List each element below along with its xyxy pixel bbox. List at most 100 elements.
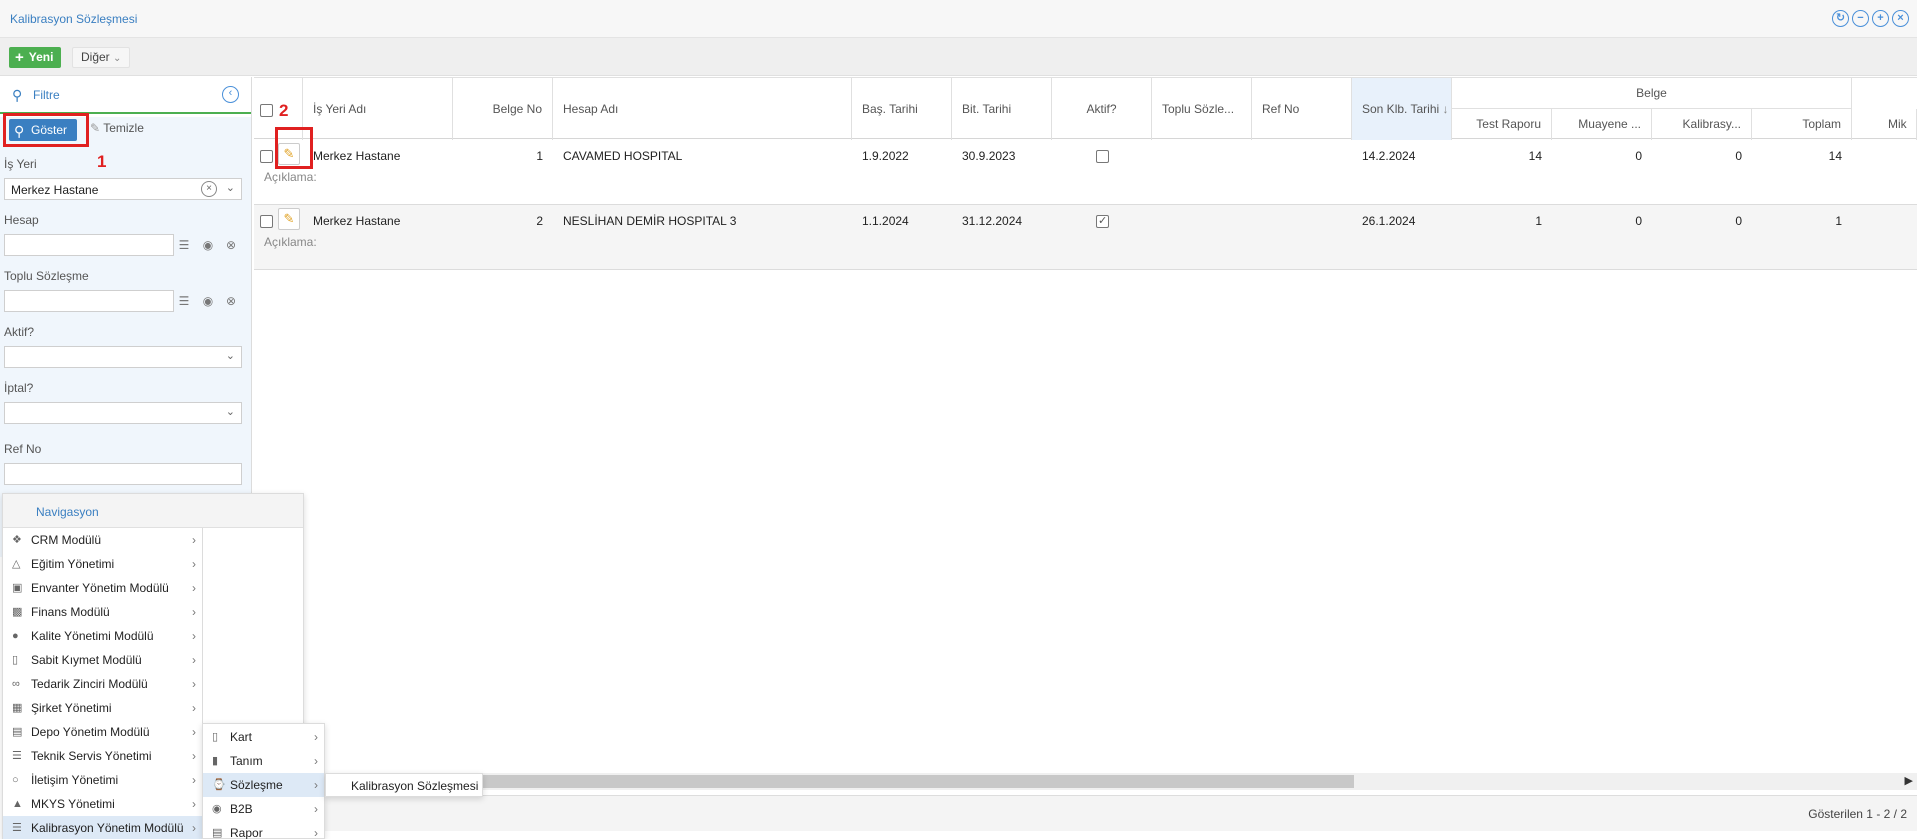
cell-active-checkbox xyxy=(1096,214,1109,228)
nav-item-company[interactable]: ▦ Şirket Yönetimi › xyxy=(3,696,202,720)
col-doc-no[interactable]: Belge No xyxy=(453,78,553,140)
col-quantity[interactable]: Mik xyxy=(1852,109,1917,140)
col-end-date[interactable]: Bit. Tarihi xyxy=(952,78,1052,140)
account-label: Hesap xyxy=(4,213,39,227)
row-checkbox[interactable] xyxy=(260,215,273,228)
row-checkbox[interactable] xyxy=(260,150,273,163)
table-row[interactable]: ✎ Merkez Hastane 2 NESLİHAN DEMİR HOSPIT… xyxy=(254,205,1917,270)
sort-down-icon: ↓ xyxy=(1442,102,1449,116)
nav-item-label: Kalite Yönetimi Modülü xyxy=(31,629,154,643)
ref-no-input[interactable] xyxy=(4,463,242,485)
col-ref-no[interactable]: Ref No xyxy=(1252,78,1352,140)
nav-item-technical-service[interactable]: ☰ Teknik Servis Yönetimi › xyxy=(3,744,202,768)
nav-item-crm[interactable]: ❖ CRM Modülü › xyxy=(3,528,202,552)
submenu-item-b2b[interactable]: ◉ B2B › xyxy=(203,797,324,821)
cell-last-calibration: 14.2.2024 xyxy=(1362,149,1416,163)
chevron-down-icon[interactable]: ⌄ xyxy=(226,181,235,194)
eye-icon: ◉ xyxy=(212,803,222,815)
nav-item-fixed-assets[interactable]: ▯ Sabit Kıymet Modülü › xyxy=(3,648,202,672)
collapse-icon[interactable]: ‹ xyxy=(222,86,239,103)
chart-icon: ▤ xyxy=(212,827,223,839)
chat-icon: ○ xyxy=(12,774,19,786)
chevron-down-icon[interactable]: ⌄ xyxy=(226,405,235,418)
title-bar: Kalibrasyon Sözleşmesi ↻ − + × xyxy=(0,0,1917,38)
col-active[interactable]: Aktif? xyxy=(1052,78,1152,140)
active-label: Aktif? xyxy=(4,325,35,339)
active-select[interactable]: ⌄ xyxy=(4,346,242,368)
maximize-icon[interactable]: + xyxy=(1872,10,1889,27)
book-icon: ▯ xyxy=(212,731,219,743)
refresh-icon[interactable]: ↻ xyxy=(1832,10,1849,27)
col-workplace[interactable]: İş Yeri Adı xyxy=(303,78,453,140)
col-bulk-contract[interactable]: Toplu Sözle... xyxy=(1152,78,1252,140)
list-icon: ☰ xyxy=(12,750,22,762)
nav-item-training[interactable]: △ Eğitim Yönetimi › xyxy=(3,552,202,576)
col-inspection[interactable]: Muayene ... xyxy=(1552,109,1652,140)
filter-header: ⚲ Filtre ‹ xyxy=(0,77,251,114)
cell-total: 1 xyxy=(1835,214,1842,228)
nav-item-supply-chain[interactable]: ∞ Tedarik Zinciri Modülü › xyxy=(3,672,202,696)
nav-item-inventory[interactable]: ▣ Envanter Yönetim Modülü › xyxy=(3,576,202,600)
nav-item-quality[interactable]: ● Kalite Yönetimi Modülü › xyxy=(3,624,202,648)
submenu-item-calibration-contract[interactable]: Kalibrasyon Sözleşmesi xyxy=(351,779,478,793)
cell-inspection: 0 xyxy=(1635,149,1642,163)
close-icon[interactable]: × xyxy=(1892,10,1909,27)
nav-item-label: Finans Modülü xyxy=(31,605,110,619)
eye-icon[interactable]: ◉ xyxy=(197,291,219,311)
submenu-item-report[interactable]: ▤ Rapor › xyxy=(203,821,324,839)
horizontal-scrollbar[interactable]: ▶ xyxy=(254,773,1917,790)
col-calibration[interactable]: Kalibrasy... xyxy=(1652,109,1752,140)
clear-icon[interactable]: ⊗ xyxy=(220,235,242,255)
chevron-right-icon: › xyxy=(192,557,196,571)
minimize-icon[interactable]: − xyxy=(1852,10,1869,27)
cell-last-calibration: 26.1.2024 xyxy=(1362,214,1416,228)
list-icon[interactable]: ☰ xyxy=(173,291,195,311)
eye-icon[interactable]: ◉ xyxy=(197,235,219,255)
chain-icon: ∞ xyxy=(12,678,20,690)
col-start-date[interactable]: Baş. Tarihi xyxy=(852,78,952,140)
cell-calibration: 0 xyxy=(1735,149,1742,163)
nav-item-mkys[interactable]: ▲ MKYS Yönetimi › xyxy=(3,792,202,816)
clear-button[interactable]: ✎ Temizle xyxy=(90,121,144,135)
chevron-right-icon: › xyxy=(192,677,196,691)
other-dropdown-button[interactable]: Diğer ⌄ xyxy=(72,47,131,68)
nav-item-warehouse[interactable]: ▤ Depo Yönetim Modülü › xyxy=(3,720,202,744)
chevron-right-icon: › xyxy=(192,725,196,739)
clear-icon[interactable]: ⊗ xyxy=(220,291,242,311)
cancel-select[interactable]: ⌄ xyxy=(4,402,242,424)
cell-account: NESLİHAN DEMİR HOSPITAL 3 xyxy=(563,214,737,228)
edit-icon[interactable]: ✎ xyxy=(278,208,300,230)
nav-item-label: Şirket Yönetimi xyxy=(31,701,112,715)
ref-no-label: Ref No xyxy=(4,442,42,456)
new-button[interactable]: + Yeni xyxy=(9,47,62,68)
submenu-item-card[interactable]: ▯ Kart › xyxy=(203,725,324,749)
list-icon: ☰ xyxy=(12,822,22,834)
table-row[interactable]: ✎ Merkez Hastane 1 CAVAMED HOSPITAL 1.9.… xyxy=(254,140,1917,205)
cell-start-date: 1.1.2024 xyxy=(862,214,909,228)
account-input[interactable] xyxy=(4,234,174,256)
step-marker-1: 1 xyxy=(97,152,107,171)
cell-workplace: Merkez Hastane xyxy=(313,214,401,228)
chevron-down-icon[interactable]: ⌄ xyxy=(226,349,235,362)
nav-item-calibration[interactable]: ☰ Kalibrasyon Yönetim Modülü › xyxy=(3,816,202,839)
paging-info: Gösterilen 1 - 2 / 2 xyxy=(1808,807,1907,821)
bulk-contract-input[interactable] xyxy=(4,290,174,312)
nav-item-communication[interactable]: ○ İletişim Yönetimi › xyxy=(3,768,202,792)
submenu-item-label: Rapor xyxy=(230,826,263,839)
list-icon[interactable]: ☰ xyxy=(173,235,195,255)
col-total[interactable]: Toplam xyxy=(1752,109,1852,140)
col-test-report[interactable]: Test Raporu xyxy=(1452,109,1552,140)
col-account[interactable]: Hesap Adı xyxy=(553,78,852,140)
nav-item-finance[interactable]: ▩ Finans Modülü › xyxy=(3,600,202,624)
clear-icon[interactable]: × xyxy=(201,181,217,197)
navigation-title: Navigasyon xyxy=(36,505,99,519)
scroll-right-icon[interactable]: ▶ xyxy=(1905,774,1913,787)
workplace-select[interactable]: Merkez Hastane × ⌄ xyxy=(4,178,242,200)
submenu-item-definition[interactable]: ▮ Tanım › xyxy=(203,749,324,773)
select-all-checkbox[interactable] xyxy=(260,104,273,117)
col-last-calibration[interactable]: Son Klb. Tarihi ↓ xyxy=(1352,78,1452,140)
submenu-item-contract[interactable]: ⌚ Sözleşme › xyxy=(203,773,324,797)
paperclip-icon: ⌚ xyxy=(212,779,226,791)
grid-header: İş Yeri Adı Belge No Hesap Adı Baş. Tari… xyxy=(254,77,1917,140)
building-icon: ▦ xyxy=(12,702,23,714)
